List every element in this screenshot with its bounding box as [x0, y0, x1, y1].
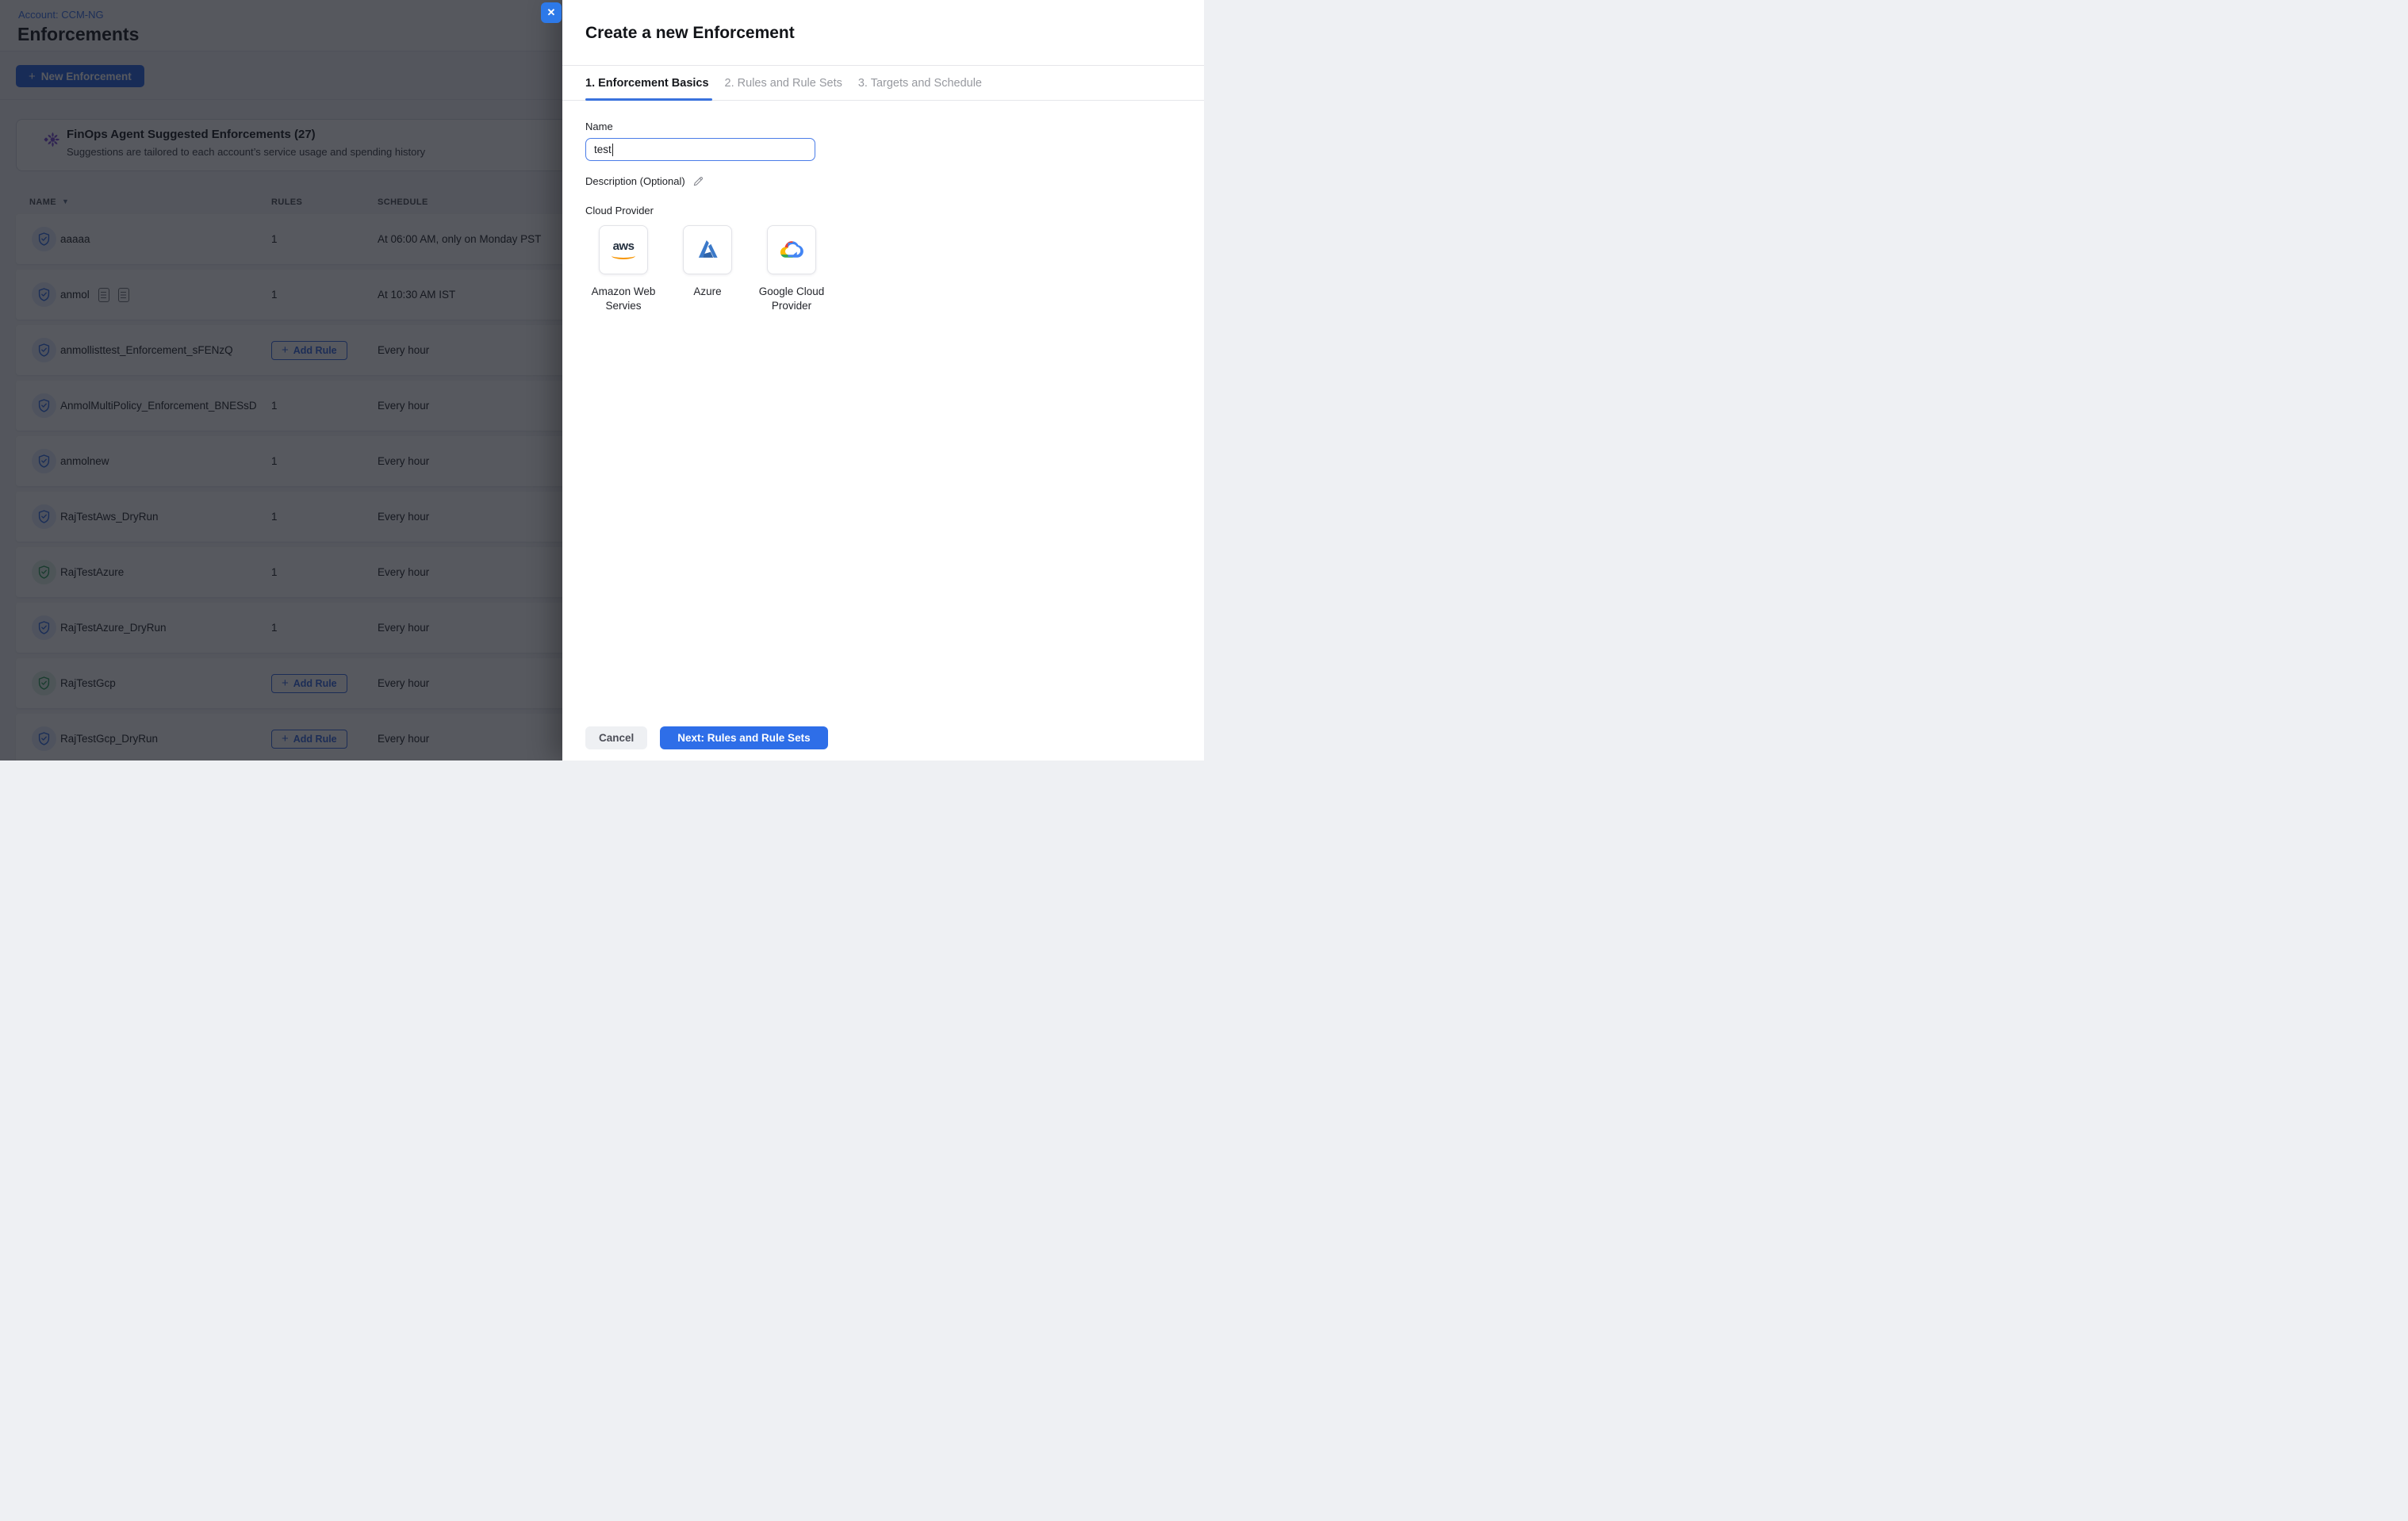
enforcement-basics-form: Name test Description (Optional) Cloud P… — [585, 121, 830, 313]
drawer-title: Create a new Enforcement — [585, 24, 795, 43]
description-label: Description (Optional) — [585, 175, 685, 187]
azure-card[interactable] — [683, 225, 732, 274]
tab-enforcement-basics[interactable]: 1. Enforcement Basics — [585, 66, 709, 100]
cloud-provider-label: Cloud Provider — [585, 205, 830, 216]
gcp-logo-icon — [777, 236, 806, 264]
gcp-card[interactable] — [767, 225, 816, 274]
provider-option-gcp[interactable]: Google Cloud Provider — [753, 225, 830, 313]
drawer-footer: Cancel Next: Rules and Rule Sets — [585, 726, 828, 749]
provider-label: Google Cloud Provider — [753, 285, 830, 313]
cloud-provider-options: aws Amazon Web Servies — [585, 225, 830, 313]
provider-label: Azure — [693, 285, 721, 299]
text-cursor — [612, 144, 613, 156]
aws-logo-icon: aws — [612, 241, 635, 259]
provider-option-azure[interactable]: Azure — [669, 225, 746, 313]
aws-card[interactable]: aws — [599, 225, 648, 274]
azure-logo-icon — [693, 236, 722, 264]
next-rules-button[interactable]: Next: Rules and Rule Sets — [660, 726, 827, 749]
tab-targets-and-schedule[interactable]: 3. Targets and Schedule — [858, 66, 982, 100]
provider-option-aws[interactable]: aws Amazon Web Servies — [585, 225, 661, 313]
provider-label: Amazon Web Servies — [585, 285, 661, 313]
cancel-button[interactable]: Cancel — [585, 726, 647, 749]
close-icon[interactable]: ✕ — [541, 2, 562, 23]
edit-pencil-icon[interactable] — [692, 175, 704, 187]
wizard-tabs: 1. Enforcement Basics 2. Rules and Rule … — [562, 65, 1204, 101]
name-input-value: test — [594, 144, 612, 155]
tab-rules-and-rule-sets[interactable]: 2. Rules and Rule Sets — [725, 66, 842, 100]
name-label: Name — [585, 121, 830, 132]
name-input[interactable]: test — [585, 138, 815, 161]
app-window: Account: CCM-NG Enforcements + New Enfor… — [0, 0, 1204, 760]
create-enforcement-drawer: ✕ Create a new Enforcement 1. Enforcemen… — [562, 0, 1204, 760]
